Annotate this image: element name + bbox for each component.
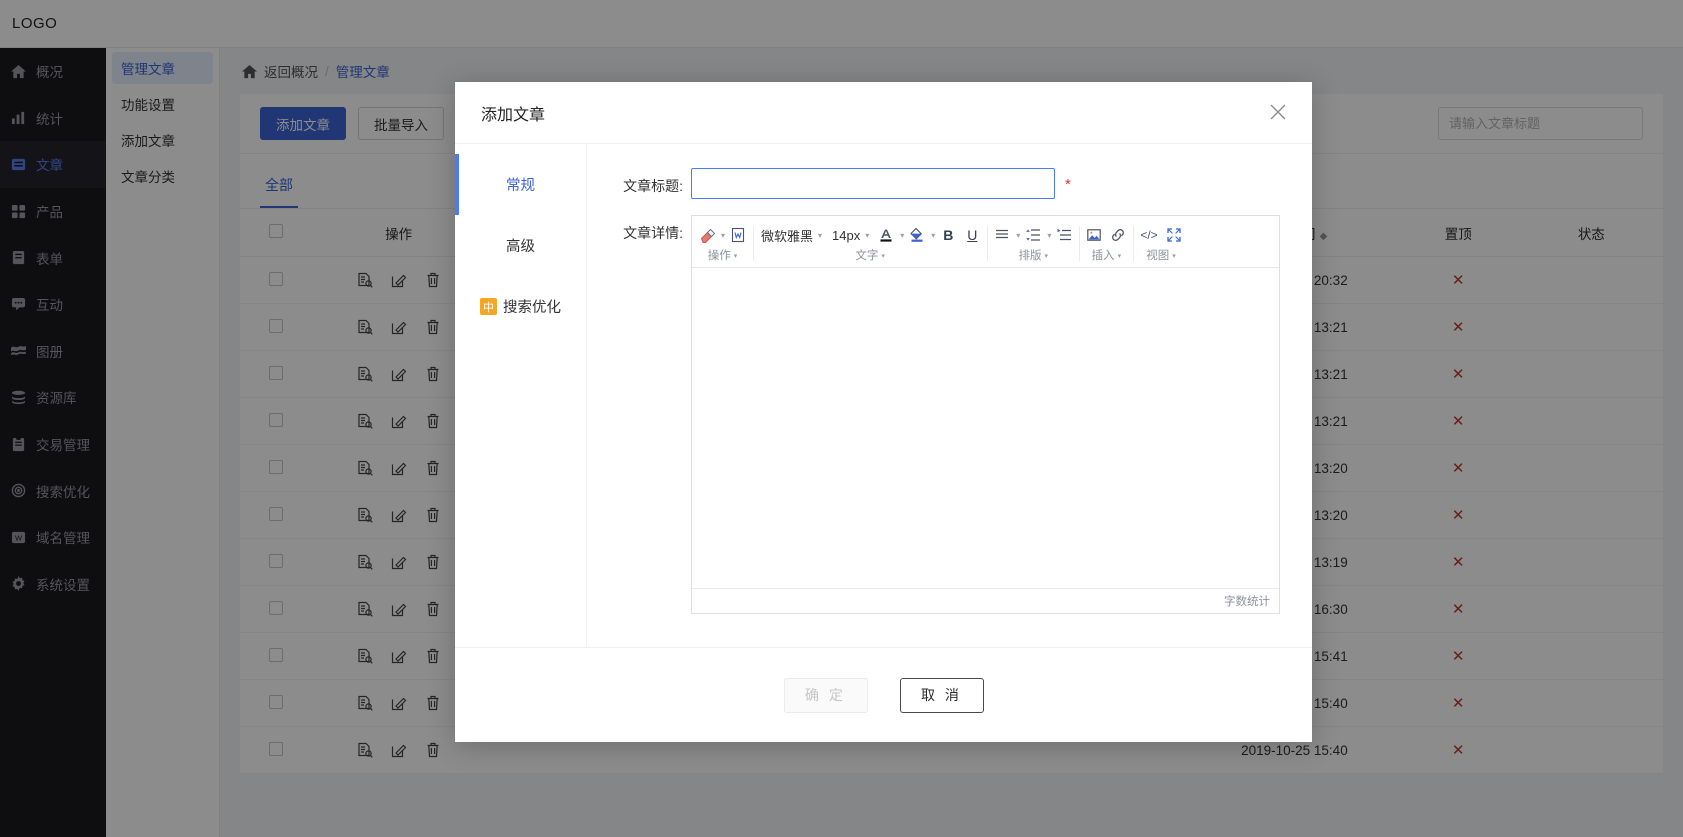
editor-content-area[interactable] — [692, 268, 1279, 588]
tab-advanced[interactable]: 高级 — [455, 215, 586, 276]
toolbar-group-view: </> 视图▾ — [1133, 222, 1188, 265]
article-detail-label: 文章详情: — [607, 215, 691, 614]
chevron-down-icon: ▾ — [1172, 248, 1176, 265]
toolbar-group-layout-label[interactable]: 排版▾ — [1019, 248, 1049, 265]
dialog-header: 添加文章 — [455, 82, 1312, 144]
close-icon[interactable] — [1267, 101, 1289, 123]
font-size-select[interactable]: 14px ▾ — [828, 228, 873, 243]
chevron-down-icon: ▾ — [734, 248, 738, 265]
toolbar-group-text-label[interactable]: 文字▾ — [855, 248, 885, 265]
chevron-down-icon: ▾ — [881, 248, 885, 265]
dialog-form: 文章标题: * 文章详情: ▾ — [587, 144, 1312, 647]
word-count-label[interactable]: 字数统计 — [1224, 593, 1270, 609]
confirm-button[interactable]: 确 定 — [784, 678, 868, 713]
group-label-text: 文字 — [855, 248, 878, 265]
seo-badge: 中 — [480, 298, 497, 315]
chevron-down-icon: ▾ — [865, 231, 869, 240]
background-color-icon[interactable] — [906, 223, 928, 247]
font-family-value: 微软雅黑 — [761, 226, 813, 245]
rich-text-editor: ▾ 操作▾ — [691, 215, 1280, 614]
dialog-title: 添加文章 — [481, 101, 545, 125]
editor-toolbar: ▾ 操作▾ — [692, 216, 1279, 268]
align-icon[interactable] — [991, 223, 1013, 247]
font-family-select[interactable]: 微软雅黑 ▾ — [757, 226, 826, 245]
bold-icon[interactable]: B — [937, 223, 959, 247]
toolbar-group-operations: ▾ 操作▾ — [692, 222, 753, 265]
eraser-icon[interactable] — [696, 223, 718, 247]
group-label-text: 排版 — [1019, 248, 1042, 265]
toolbar-group-insert-label[interactable]: 插入▾ — [1092, 248, 1122, 265]
group-label-text: 插入 — [1092, 248, 1115, 265]
toolbar-group-insert: 插入▾ — [1079, 222, 1133, 265]
field-article-detail: 文章详情: ▾ — [607, 215, 1280, 614]
tab-advanced-label: 高级 — [506, 235, 535, 256]
editor-status-bar: 字数统计 — [692, 588, 1279, 613]
dialog-tabs: 常规 高级 中 搜索优化 — [455, 144, 587, 647]
required-marker: * — [1065, 168, 1071, 199]
chevron-down-icon: ▾ — [818, 231, 822, 240]
chevron-down-icon: ▾ — [1045, 248, 1049, 265]
group-label-text: 视图 — [1146, 248, 1169, 265]
chevron-down-icon[interactable]: ▾ — [900, 231, 904, 240]
chevron-down-icon: ▾ — [1118, 248, 1122, 265]
toolbar-group-view-label[interactable]: 视图▾ — [1146, 248, 1176, 265]
toolbar-group-text: 微软雅黑 ▾ 14px ▾ ▾ ▾ — [753, 222, 987, 265]
add-article-dialog: 添加文章 常规 高级 中 搜索优化 文章标题: — [455, 82, 1312, 742]
indent-icon[interactable] — [1053, 223, 1075, 247]
cancel-button[interactable]: 取 消 — [900, 678, 984, 713]
group-label-text: 操作 — [708, 248, 731, 265]
font-size-value: 14px — [832, 228, 860, 243]
dialog-body: 常规 高级 中 搜索优化 文章标题: * 文章详情: — [455, 144, 1312, 647]
underline-icon[interactable]: U — [961, 223, 983, 247]
link-icon[interactable] — [1107, 223, 1129, 247]
app-root: LOGO 概况 统计 文章 产品 表单 — [0, 0, 1683, 837]
dialog-footer: 确 定 取 消 — [455, 647, 1312, 742]
source-code-icon[interactable]: </> — [1137, 223, 1160, 247]
field-article-title: 文章标题: * — [607, 168, 1280, 199]
image-icon[interactable] — [1083, 223, 1105, 247]
article-title-label: 文章标题: — [607, 168, 691, 199]
toolbar-group-layout: ▾ ▾ 排版▾ — [987, 222, 1079, 265]
tab-seo[interactable]: 中 搜索优化 — [455, 276, 586, 337]
article-title-input[interactable] — [691, 168, 1055, 199]
line-height-icon[interactable] — [1022, 223, 1044, 247]
tab-seo-label: 搜索优化 — [503, 296, 561, 317]
text-color-icon[interactable] — [875, 223, 897, 247]
tab-general[interactable]: 常规 — [455, 154, 586, 215]
chevron-down-icon[interactable]: ▾ — [1047, 231, 1051, 240]
toolbar-group-operations-label[interactable]: 操作▾ — [708, 248, 738, 265]
chevron-down-icon[interactable]: ▾ — [1016, 231, 1020, 240]
chevron-down-icon[interactable]: ▾ — [721, 231, 725, 240]
import-word-icon[interactable] — [727, 223, 749, 247]
tab-general-label: 常规 — [506, 174, 535, 195]
chevron-down-icon[interactable]: ▾ — [931, 231, 935, 240]
fullscreen-icon[interactable] — [1163, 223, 1185, 247]
